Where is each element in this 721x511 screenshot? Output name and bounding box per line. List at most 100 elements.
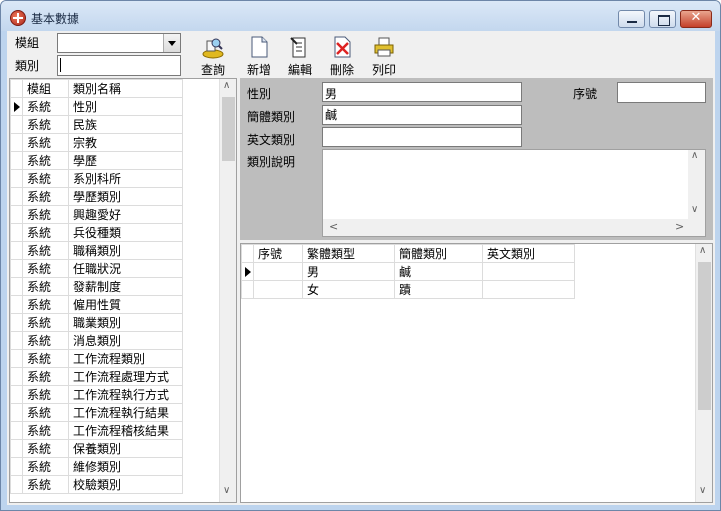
category-name-cell[interactable]: 工作流程執行結果 — [68, 403, 183, 422]
row-header[interactable] — [10, 367, 23, 386]
category-items-grid[interactable]: 序號 繁體類型 簡體類別 英文類別 男鹹女蹟 — [240, 243, 713, 503]
row-header[interactable] — [10, 277, 23, 296]
category-description-field[interactable]: < > — [322, 149, 706, 237]
table-row[interactable]: 系統 發薪制度 — [10, 277, 183, 296]
row-header[interactable] — [10, 475, 23, 494]
edit-button[interactable]: 編輯 — [282, 35, 318, 78]
category-name-cell[interactable]: 學歷類別 — [68, 187, 183, 206]
table-row[interactable]: 系統 職稱類別 — [10, 241, 183, 260]
column-header-traditional-type[interactable]: 繁體類型 — [302, 244, 395, 263]
scroll-down-icon[interactable] — [691, 204, 700, 216]
column-header-simplified-category[interactable]: 簡體類別 — [394, 244, 483, 263]
close-button[interactable]: ✕ — [680, 10, 712, 28]
row-header[interactable] — [10, 457, 23, 476]
row-header[interactable] — [10, 241, 23, 260]
current-row-indicator-icon[interactable] — [241, 262, 254, 281]
module-cell[interactable]: 系統 — [22, 97, 69, 116]
row-header[interactable] — [10, 313, 23, 332]
delete-button[interactable]: 刪除 — [324, 35, 360, 78]
title-bar[interactable]: 基本數據 ✕ — [1, 1, 720, 31]
module-cell[interactable]: 系統 — [22, 151, 69, 170]
category-name-cell[interactable]: 職稱類別 — [68, 241, 183, 260]
category-name-cell[interactable]: 保養類別 — [68, 439, 183, 458]
row-header[interactable] — [10, 169, 23, 188]
row-header[interactable] — [10, 115, 23, 134]
category-name-cell[interactable]: 工作流程稽核結果 — [68, 421, 183, 440]
table-row[interactable]: 系統 系別科所 — [10, 169, 183, 188]
scroll-right-icon[interactable]: > — [675, 220, 684, 233]
module-cell[interactable]: 系統 — [22, 277, 69, 296]
table-row[interactable]: 系統 工作流程稽核結果 — [10, 421, 183, 440]
column-header-category-name[interactable]: 類別名稱 — [68, 79, 183, 98]
category-name-cell[interactable]: 性別 — [68, 97, 183, 116]
row-header[interactable] — [10, 295, 23, 314]
table-row[interactable]: 系統 保養類別 — [10, 439, 183, 458]
maximize-button[interactable] — [649, 10, 676, 28]
row-header[interactable] — [10, 439, 23, 458]
traditional-type-cell[interactable]: 女 — [302, 280, 395, 299]
current-row-indicator-icon[interactable] — [10, 97, 23, 116]
module-cell[interactable]: 系統 — [22, 223, 69, 242]
category-name-cell[interactable]: 工作流程執行方式 — [68, 385, 183, 404]
category-name-cell[interactable]: 宗教 — [68, 133, 183, 152]
category-name-cell[interactable]: 系別科所 — [68, 169, 183, 188]
module-cell[interactable]: 系統 — [22, 187, 69, 206]
category-name-cell[interactable]: 兵役種類 — [68, 223, 183, 242]
row-header[interactable] — [10, 403, 23, 422]
scroll-up-icon[interactable] — [699, 245, 708, 257]
module-cell[interactable]: 系統 — [22, 349, 69, 368]
module-cell[interactable]: 系統 — [22, 241, 69, 260]
module-cell[interactable]: 系統 — [22, 475, 69, 494]
module-cell[interactable]: 系統 — [22, 367, 69, 386]
module-cell[interactable]: 系統 — [22, 439, 69, 458]
module-cell[interactable]: 系統 — [22, 421, 69, 440]
row-header[interactable] — [10, 385, 23, 404]
category-name-cell[interactable]: 工作流程處理方式 — [68, 367, 183, 386]
row-header[interactable] — [10, 205, 23, 224]
row-header[interactable] — [10, 331, 23, 350]
table-row[interactable]: 系統 宗教 — [10, 133, 183, 152]
column-header-module[interactable]: 模組 — [22, 79, 69, 98]
module-cell[interactable]: 系統 — [22, 133, 69, 152]
items-scrollbar[interactable] — [695, 244, 712, 502]
module-cell[interactable]: 系統 — [22, 313, 69, 332]
row-header[interactable] — [10, 133, 23, 152]
table-row[interactable]: 系統 僱用性質 — [10, 295, 183, 314]
category-name-cell[interactable]: 任職狀況 — [68, 259, 183, 278]
module-cell[interactable]: 系統 — [22, 295, 69, 314]
sequence-cell[interactable] — [253, 262, 303, 281]
scroll-up-icon[interactable] — [691, 150, 700, 162]
category-name-cell[interactable]: 興趣愛好 — [68, 205, 183, 224]
module-cell[interactable]: 系統 — [22, 169, 69, 188]
simplified-category-cell[interactable]: 蹟 — [394, 280, 483, 299]
module-cell[interactable]: 系統 — [22, 205, 69, 224]
row-header[interactable] — [10, 421, 23, 440]
table-row[interactable]: 系統 消息類別 — [10, 331, 183, 350]
category-name-cell[interactable]: 職業類別 — [68, 313, 183, 332]
table-row[interactable]: 系統 職業類別 — [10, 313, 183, 332]
category-value-field[interactable]: 男 — [322, 82, 522, 102]
table-row[interactable]: 系統 工作流程執行方式 — [10, 385, 183, 404]
table-row[interactable]: 系統 工作流程處理方式 — [10, 367, 183, 386]
description-vscrollbar[interactable] — [688, 150, 705, 219]
category-name-cell[interactable]: 民族 — [68, 115, 183, 134]
row-header[interactable] — [10, 223, 23, 242]
category-name-cell[interactable]: 校驗類別 — [68, 475, 183, 494]
traditional-type-cell[interactable]: 男 — [302, 262, 395, 281]
category-name-cell[interactable]: 工作流程類別 — [68, 349, 183, 368]
module-combo[interactable] — [57, 33, 181, 53]
row-header[interactable] — [241, 280, 254, 299]
table-row[interactable]: 系統 工作流程類別 — [10, 349, 183, 368]
chevron-down-icon[interactable] — [163, 34, 180, 52]
row-header[interactable] — [10, 259, 23, 278]
module-cell[interactable]: 系統 — [22, 385, 69, 404]
row-header[interactable] — [10, 187, 23, 206]
table-row[interactable]: 系統 學歷 — [10, 151, 183, 170]
table-row[interactable]: 系統 工作流程執行結果 — [10, 403, 183, 422]
add-button[interactable]: 新增 — [241, 35, 277, 78]
category-name-cell[interactable]: 維修類別 — [68, 457, 183, 476]
simplified-category-field[interactable]: 鹹 — [322, 105, 522, 125]
scroll-down-icon[interactable] — [699, 485, 708, 497]
category-name-cell[interactable]: 發薪制度 — [68, 277, 183, 296]
category-input[interactable] — [57, 55, 181, 76]
